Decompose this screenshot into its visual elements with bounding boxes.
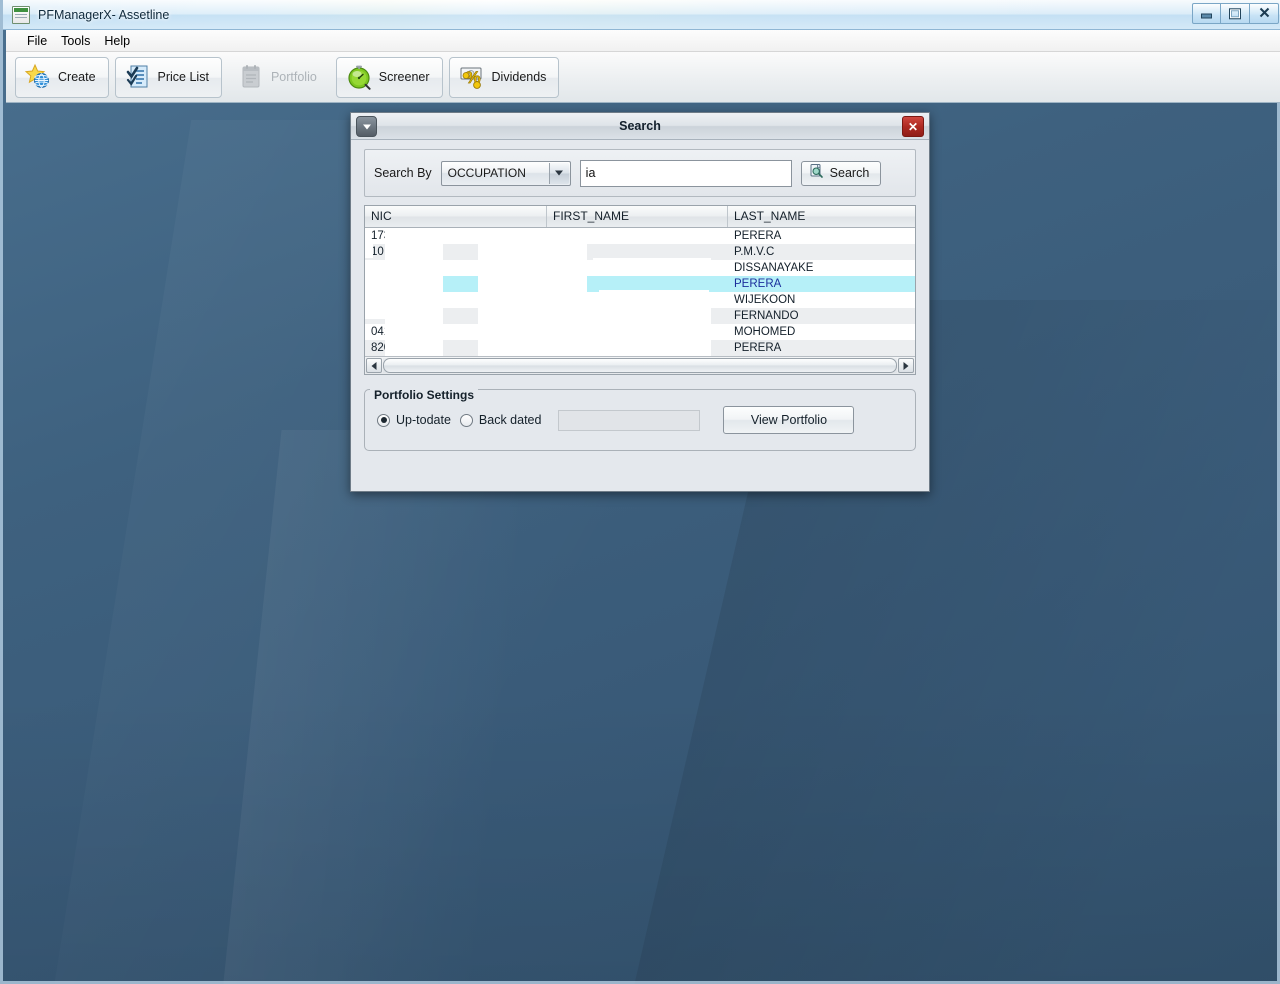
minimize-icon [1193,8,1220,19]
toolbar-label-price-list: Price List [157,70,209,84]
search-button[interactable]: Search [800,160,882,186]
window-title: PFManagerX- Assetline [38,7,170,22]
toolbar-button-dividends[interactable]: % Dividends [448,56,560,98]
scrollbar-thumb[interactable] [383,358,897,373]
column-header-first-name[interactable]: FIRST_NAME [547,206,728,227]
close-icon [1250,7,1278,21]
search-dialog-close-button[interactable]: ✕ [902,116,924,137]
table-row[interactable]: 311 FERNANDO [365,308,915,324]
table-row[interactable]: 820718 PERERA [365,340,915,356]
cell-nic: 17 [371,294,384,306]
radio-up-todate-label: Up-todate [396,413,451,427]
toolbar-button-screener[interactable]: Screener [335,56,443,98]
results-horizontal-scrollbar[interactable] [365,356,915,374]
column-header-nic[interactable]: NIC [365,206,547,227]
window-controls [1192,3,1279,24]
cell-last-name: P.M.V.C [734,246,775,258]
checklist-doc-icon [124,63,152,91]
close-icon: ✕ [907,119,919,134]
chevron-down-icon[interactable] [356,116,377,137]
cell-last-name: MOHOMED [734,326,796,338]
search-input[interactable] [579,159,792,187]
percent-money-icon: % [458,63,486,91]
results-table-header: NIC FIRST_NAME LAST_NAME [365,206,915,228]
maximize-button[interactable] [1221,3,1250,24]
app-document-icon [12,5,30,24]
search-dialog-titlebar: Search ✕ [351,113,929,140]
chevron-down-glyph [362,124,371,129]
radio-up-todate[interactable]: Up-todate [377,413,451,427]
toolbar-button-price-list[interactable]: Price List [114,56,222,98]
radio-back-dated-indicator[interactable] [459,413,473,427]
search-by-label: Search By [374,166,432,180]
search-icon [809,163,825,184]
results-table: NIC FIRST_NAME LAST_NAME 1732647 PERERA … [364,205,916,375]
menu-file[interactable]: File [20,32,54,50]
search-by-selected-value: OCCUPATION [447,166,526,180]
table-row-selected[interactable]: PERERA [365,276,915,292]
radio-up-todate-indicator[interactable] [377,413,390,427]
cell-last-name: DISSANAYAKE [734,262,814,274]
search-dialog-body: Search By OCCUPATION Search [351,140,929,451]
notebook-icon [237,63,265,91]
close-button[interactable] [1250,3,1279,24]
chevron-left-glyph [371,361,377,370]
chevron-right-glyph [903,361,909,370]
table-row[interactable]: 1732647 PERERA [365,228,915,244]
portfolio-settings-group: Portfolio Settings Up-todate Back dated … [364,388,916,451]
cell-last-name: PERERA [734,278,782,290]
menu-tools[interactable]: Tools [54,32,97,50]
search-by-dropdown[interactable]: OCCUPATION [440,160,571,186]
search-button-label: Search [829,166,870,180]
table-row[interactable]: 10 P.M.V.C [365,244,915,260]
cell-nic: 311 [371,310,390,322]
portfolio-settings-legend: Portfolio Settings [370,388,478,402]
back-dated-date-field[interactable] [558,409,701,431]
cell-nic: 10 [371,246,384,258]
cell-last-name: WIJEKOON [734,294,796,306]
star-globe-icon [24,63,52,91]
cell-last-name: FERNANDO [734,310,799,322]
chevron-left-icon[interactable] [366,358,382,373]
table-row[interactable]: 17 WIJEKOON [365,292,915,308]
column-header-last-name[interactable]: LAST_NAME [728,206,915,227]
toolbar: Create Price List Portfolio Screener % D… [6,52,1280,103]
cell-nic: 820718 [371,342,410,354]
radio-back-dated-label: Back dated [478,413,542,427]
chevron-down-icon[interactable] [548,162,569,184]
window-titlebar: PFManagerX- Assetline [3,0,1280,30]
toolbar-label-screener: Screener [378,70,430,84]
cell-last-name: PERERA [734,342,782,354]
toolbar-label-dividends: Dividends [491,70,547,84]
table-row[interactable]: DISSANAYAKE [365,260,915,276]
toolbar-button-create[interactable]: Create [15,56,109,98]
results-table-body: 1732647 PERERA 10 P.M.V.C DISSANAYAKE PE… [365,228,915,356]
cell-last-name: PERERA [734,230,782,242]
cell-nic: 0417 [371,326,397,338]
search-dialog-title: Search [619,119,661,133]
toolbar-label-create: Create [58,70,96,84]
menu-help[interactable]: Help [97,32,137,50]
toolbar-label-portfolio: Portfolio [270,70,317,84]
chevron-down-glyph [555,170,564,176]
search-criteria-panel: Search By OCCUPATION Search [364,149,916,197]
search-dialog: Search ✕ Search By OCCUPATION ia Search … [350,112,930,492]
radio-back-dated[interactable]: Back dated [459,413,542,427]
scrollbar-track[interactable] [383,358,897,373]
green-gauge-icon [345,63,373,91]
minimize-button[interactable] [1192,3,1221,24]
menubar: File Tools Help [6,30,1280,52]
view-portfolio-button[interactable]: View Portfolio [723,406,855,434]
table-row[interactable]: 0417 MOHOMED [365,324,915,340]
maximize-icon [1221,8,1249,19]
cell-nic: 1732647 [371,230,416,242]
toolbar-button-portfolio[interactable]: Portfolio [228,57,330,98]
chevron-right-icon[interactable] [898,358,914,373]
